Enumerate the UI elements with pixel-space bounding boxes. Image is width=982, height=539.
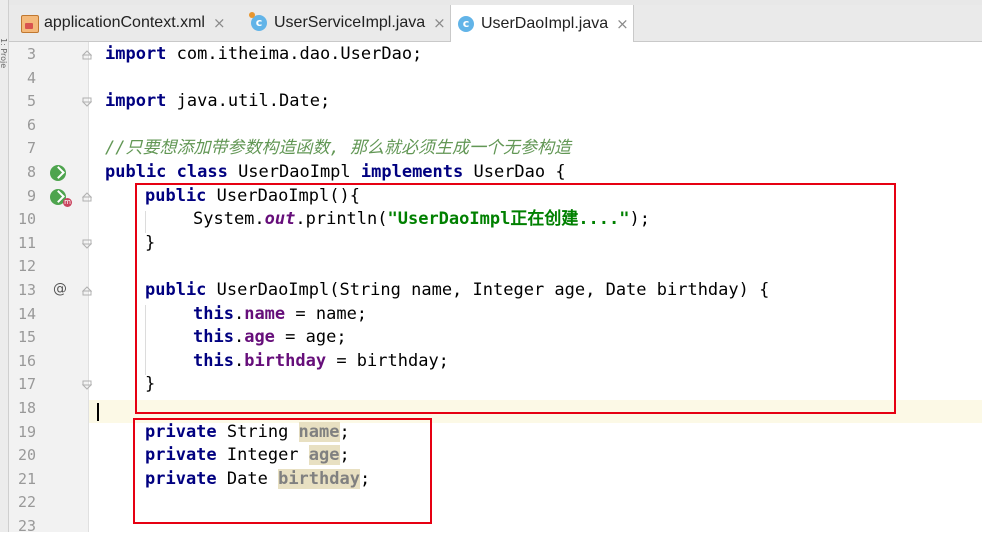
tab-user-service-impl-java[interactable]: c UserServiceImpl.java × <box>244 5 446 41</box>
code-line[interactable]: 8 public class UserDaoImpl implements Us… <box>8 161 982 185</box>
implements-interface-icon[interactable] <box>50 165 66 181</box>
line-number: 16 <box>17 351 36 370</box>
line-number: 8 <box>26 163 36 181</box>
annotation-mark: @ <box>53 281 67 297</box>
line-number: 5 <box>26 92 36 111</box>
code-line[interactable]: 7 //只要想添加带参数构造函数, 那么就必须生成一个无参构造 <box>8 137 982 161</box>
tab-label: UserDaoImpl.java <box>481 14 609 32</box>
code-text: import com.itheima.dao.UserDao; <box>105 44 423 64</box>
line-number: 19 <box>17 422 36 441</box>
tab-user-dao-impl-java[interactable]: c UserDaoImpl.java × <box>450 5 634 42</box>
fold-start-icon[interactable] <box>82 191 92 202</box>
close-icon[interactable]: × <box>433 14 446 32</box>
code-line[interactable]: 3 import com.itheima.dao.UserDao; <box>8 43 982 67</box>
line-number: 23 <box>17 517 36 535</box>
line-number: 6 <box>26 115 36 134</box>
code-text: import java.util.Date; <box>105 91 331 112</box>
fold-end-icon[interactable] <box>82 239 92 249</box>
code-line[interactable]: 6 <box>8 114 982 138</box>
line-number: 18 <box>17 399 36 417</box>
line-number: 14 <box>17 304 36 323</box>
line-number: 9 <box>26 186 36 205</box>
line-number: 17 <box>17 375 36 394</box>
fold-start-icon[interactable] <box>82 286 92 296</box>
code-line[interactable]: 5 import java.util.Date; <box>8 90 982 114</box>
code-line[interactable]: 4 <box>8 67 982 91</box>
java-class-icon: c <box>249 12 268 32</box>
line-number: 13 <box>17 281 36 299</box>
fold-end-icon[interactable] <box>82 380 92 391</box>
line-number: 22 <box>17 493 36 512</box>
line-number: 3 <box>26 45 36 63</box>
project-tool-window-label[interactable]: 1: Proje <box>0 38 8 98</box>
close-icon[interactable]: × <box>213 14 226 32</box>
close-icon[interactable]: × <box>616 15 629 33</box>
method-badge-icon: m <box>63 197 72 207</box>
line-number: 10 <box>17 210 36 229</box>
fields-highlight-box <box>133 418 432 524</box>
constructors-highlight-box <box>135 183 896 414</box>
line-number: 21 <box>17 469 36 488</box>
code-text: public class UserDaoImpl implements User… <box>105 162 566 182</box>
fold-start-icon[interactable] <box>82 50 92 60</box>
line-number: 20 <box>17 446 36 465</box>
code-comment: //只要想添加带参数构造函数, 那么就必须生成一个无参构造 <box>105 138 571 159</box>
line-number: 15 <box>17 328 36 347</box>
tab-label: applicationContext.xml <box>44 14 205 31</box>
line-number: 11 <box>17 233 36 252</box>
tab-application-context-xml[interactable]: applicationContext.xml × <box>14 5 236 41</box>
xml-file-icon <box>20 14 39 33</box>
line-number: 12 <box>17 257 36 276</box>
tab-label: UserServiceImpl.java <box>274 14 426 31</box>
project-tool-window-strip[interactable]: 1: Proje <box>0 0 9 532</box>
java-class-icon: c <box>457 15 475 33</box>
line-number: 7 <box>26 139 36 158</box>
fold-end-icon[interactable] <box>82 97 92 107</box>
line-number: 4 <box>26 68 36 87</box>
